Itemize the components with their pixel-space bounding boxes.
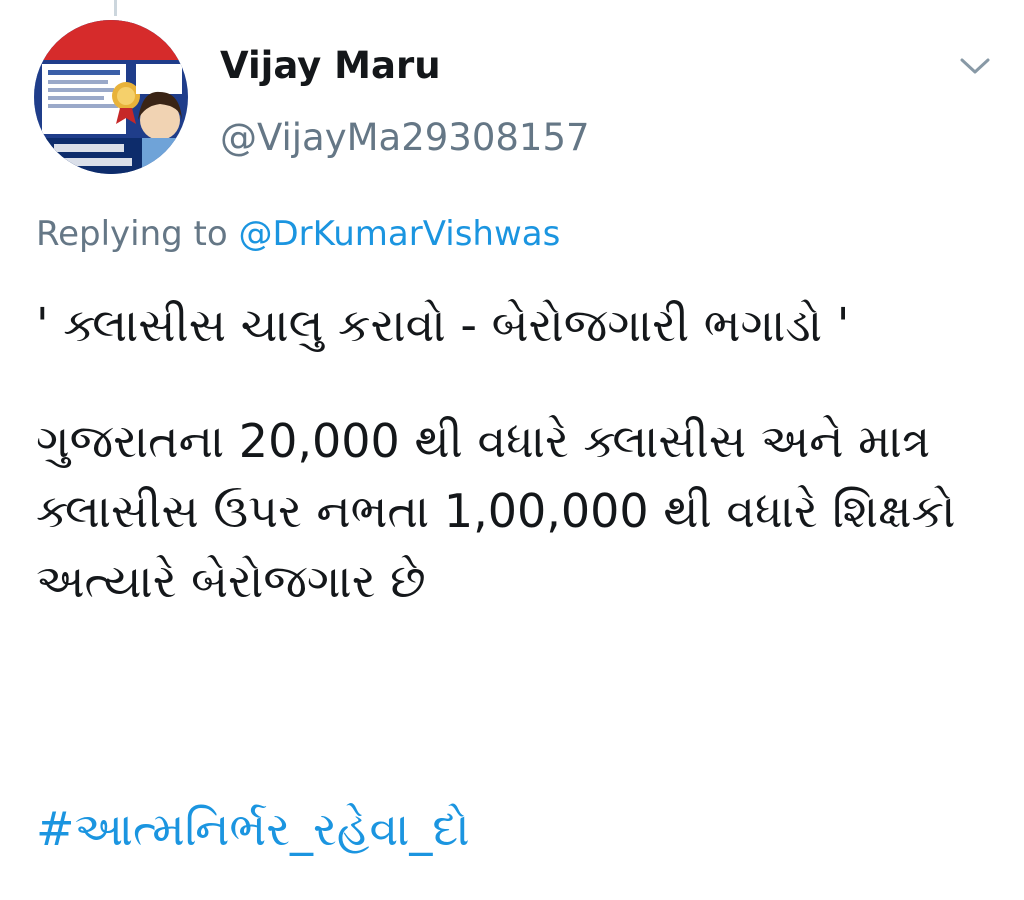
thread-connector-line [114, 0, 117, 16]
hashtag-link[interactable]: #આત્મનિર્ભર_રહેવા_દો [36, 802, 470, 858]
reply-mention-link[interactable]: @DrKumarVishwas [239, 214, 561, 254]
tweet-paragraph-2: ગુજરાતના 20,000 થી વધારે ક્લાસીસ અને માત… [36, 414, 956, 608]
tweet-body: ' ક્લાસીસ ચાલુ કરાવો - બેરોજગારી ભગાડો '… [36, 290, 1004, 616]
chevron-down-icon[interactable] [958, 50, 992, 80]
user-display-name[interactable]: Vijay Maru [220, 44, 441, 87]
tweet-line-1: ' ક્લાસીસ ચાલુ કરાવો - બેરોજગારી ભગાડો ' [36, 298, 850, 352]
replying-to-line: Replying to @DrKumarVishwas [36, 214, 560, 254]
avatar[interactable] [34, 20, 188, 174]
replying-to-label: Replying to [36, 214, 228, 254]
user-handle[interactable]: @VijayMa29308157 [220, 116, 590, 159]
avatar-image [34, 20, 188, 174]
